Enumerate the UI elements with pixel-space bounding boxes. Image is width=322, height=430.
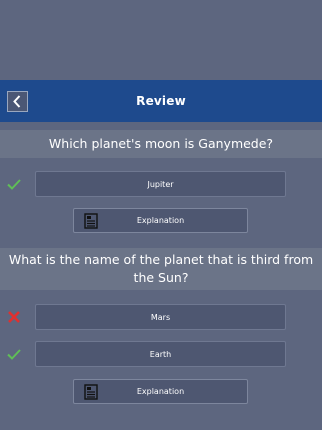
answer-row: Earth bbox=[0, 341, 322, 367]
explanation-button[interactable]: Explanation bbox=[73, 379, 248, 404]
chevron-left-icon bbox=[13, 95, 21, 108]
checkmark-icon bbox=[7, 179, 21, 190]
page-title: Review bbox=[136, 94, 186, 108]
cross-icon bbox=[8, 311, 20, 323]
explanation-label: Explanation bbox=[136, 216, 185, 225]
explanation-button[interactable]: Explanation bbox=[73, 208, 248, 233]
back-button[interactable] bbox=[7, 91, 28, 112]
answer-row: Mars bbox=[0, 304, 322, 330]
explanation-label: Explanation bbox=[136, 387, 185, 396]
question-text: Which planet's moon is Ganymede? bbox=[0, 130, 322, 158]
answer-button[interactable]: Earth bbox=[35, 341, 286, 367]
answer-button[interactable]: Jupiter bbox=[35, 171, 286, 197]
checkmark-icon bbox=[7, 349, 21, 360]
header-bar: Review bbox=[0, 80, 322, 122]
question-text: What is the name of the planet that is t… bbox=[0, 248, 322, 290]
answer-row: Jupiter bbox=[0, 171, 322, 197]
answer-button[interactable]: Mars bbox=[35, 304, 286, 330]
